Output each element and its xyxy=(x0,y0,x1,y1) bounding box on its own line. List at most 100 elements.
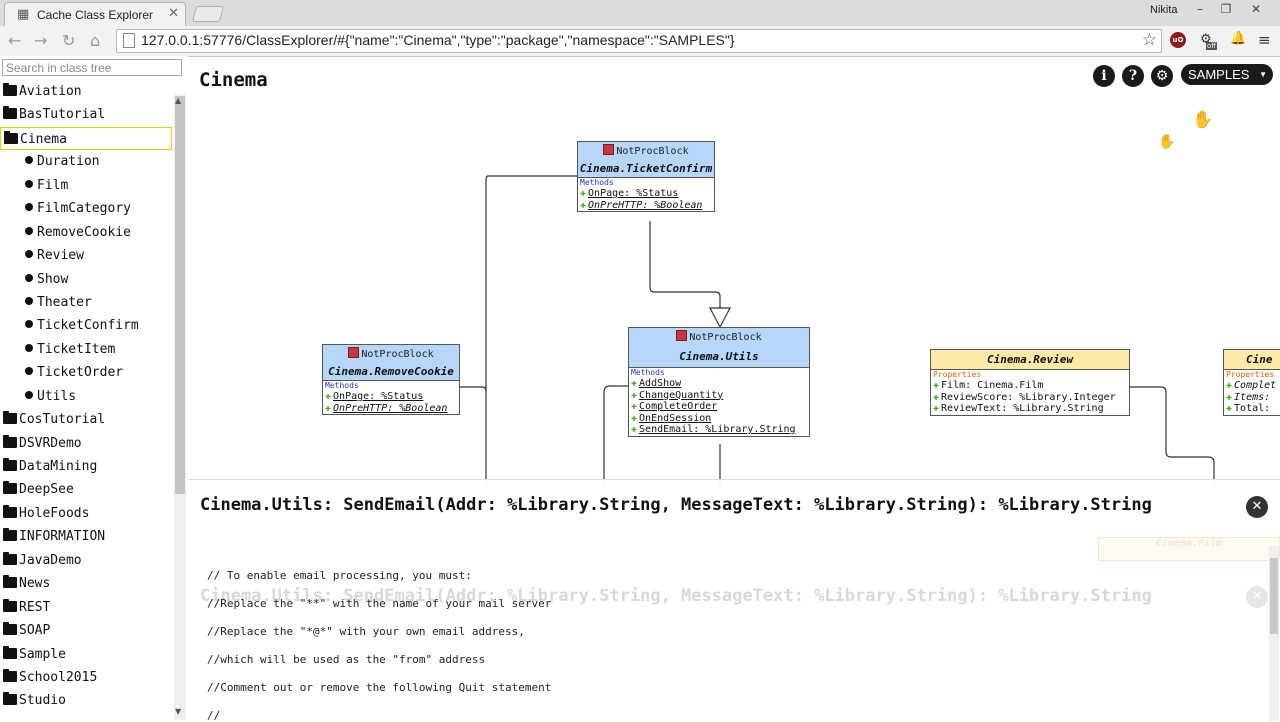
tree-item-label: FilmCategory xyxy=(37,201,131,217)
reload-icon[interactable]: ↻ xyxy=(62,31,75,50)
tree-package-item[interactable]: CosTutorial xyxy=(0,408,174,431)
scroll-down-icon[interactable]: ▼ xyxy=(175,707,181,716)
tree-package-item[interactable]: Studio xyxy=(0,689,174,712)
method-row[interactable]: ✚ OnPage: %Status xyxy=(578,188,714,200)
new-tab-button[interactable] xyxy=(191,6,225,22)
star-icon[interactable]: ☆ xyxy=(1142,30,1157,50)
back-icon[interactable]: ← xyxy=(8,31,21,50)
tree-package-item[interactable]: DSVRDemo xyxy=(0,432,174,455)
plus-icon: ✚ xyxy=(580,199,587,211)
home-icon[interactable]: ⌂ xyxy=(90,31,100,50)
method-row[interactable]: ✚ OnEndSession xyxy=(629,413,809,425)
class-name[interactable]: Cinema.RemoveCookie xyxy=(323,360,459,380)
tree-class-item[interactable]: TicketItem xyxy=(0,338,174,361)
tree-item-label: Show xyxy=(37,271,69,287)
code-line: //Replace the "**" with the name of your… xyxy=(207,597,552,610)
tree-class-item[interactable]: FilmCategory xyxy=(0,197,174,220)
restore-icon[interactable]: ❐ xyxy=(1212,0,1240,20)
tab-close-icon[interactable]: ✕ xyxy=(168,6,179,21)
tree-package-item[interactable]: Cinema xyxy=(0,126,172,151)
class-tree: Aviation BasTutorial Cinema Duration Film Fil… xyxy=(0,80,174,713)
tree-class-item[interactable]: RemoveCookie xyxy=(0,221,174,244)
tree-item-label: Duration xyxy=(37,154,100,170)
tree-class-item[interactable]: Duration xyxy=(0,150,174,173)
tree-class-item[interactable]: TicketConfirm xyxy=(0,314,174,337)
address-bar[interactable]: 127.0.0.1:57776/ClassExplorer/#{"name":"… xyxy=(116,29,1162,53)
tree-package-item[interactable]: SOAP xyxy=(0,619,174,642)
code-scrollbar-thumb[interactable] xyxy=(1270,558,1278,634)
property-row[interactable]: ✚ Complet xyxy=(1224,380,1280,392)
ublock-extension-icon[interactable]: uO xyxy=(1170,32,1186,48)
minimize-icon[interactable]: – xyxy=(1186,0,1214,20)
window-close-icon[interactable]: ✕ xyxy=(1242,0,1270,20)
bell-icon[interactable]: 🔔 xyxy=(1230,31,1246,46)
tree-class-item[interactable]: Theater xyxy=(0,291,174,314)
plus-icon: ✚ xyxy=(325,391,332,402)
method-row[interactable]: ✚ AddShow xyxy=(629,378,809,390)
close-panel-button[interactable]: ✕ xyxy=(1246,496,1268,518)
property-row[interactable]: ✚ Total: xyxy=(1224,403,1280,415)
extension-off-badge: off xyxy=(1206,42,1218,50)
tree-package-item[interactable]: DataMining xyxy=(0,455,174,478)
tree-item-label: News xyxy=(19,576,51,592)
class-name[interactable]: Cinema.TicketConfirm xyxy=(578,157,714,177)
tree-package-item[interactable]: BasTutorial xyxy=(0,103,174,126)
class-tree-search-input[interactable] xyxy=(2,59,182,76)
tree-class-item[interactable]: Review xyxy=(0,244,174,267)
browser-tab[interactable]: ▦ Cache Class Explorer ✕ xyxy=(4,2,186,27)
tree-package-item[interactable]: INFORMATION xyxy=(0,525,174,548)
tree-package-item[interactable]: DeepSee xyxy=(0,478,174,501)
property-row[interactable]: ✚ ReviewText: %Library.String xyxy=(931,403,1129,415)
method-row[interactable]: ✚ OnPreHTTP: %Boolean xyxy=(578,200,714,212)
code-line: // xyxy=(207,709,221,722)
tree-item-label: CosTutorial xyxy=(19,412,106,428)
tree-class-item[interactable]: Film xyxy=(0,174,174,197)
property-row[interactable]: ✚ Film: Cinema.Film xyxy=(931,380,1129,392)
property-row[interactable]: ✚ ReviewScore: %Library.Integer xyxy=(931,392,1129,404)
tree-package-item[interactable]: Aviation xyxy=(0,80,174,103)
stereotype-icon xyxy=(348,347,360,358)
class-box-utils[interactable]: NotProcBlock Cinema.Utils Methods ✚ AddSh… xyxy=(628,327,810,437)
sidebar-scrollbar-thumb[interactable] xyxy=(175,96,185,494)
favicon-icon: ▦ xyxy=(17,7,30,22)
tree-package-item[interactable]: Sample xyxy=(0,643,174,666)
method-row[interactable]: ✚ CompleteOrder xyxy=(629,401,809,413)
tree-class-item[interactable]: TicketOrder xyxy=(0,361,174,384)
tree-class-item[interactable]: Utils xyxy=(0,385,174,408)
url-text[interactable]: 127.0.0.1:57776/ClassExplorer/#{"name":"… xyxy=(141,32,735,48)
tree-package-item[interactable]: JavaDemo xyxy=(0,549,174,572)
stereotype-label: NotProcBlock xyxy=(361,349,434,360)
tree-package-item[interactable]: News xyxy=(0,572,174,595)
plus-icon: ✚ xyxy=(933,391,940,403)
folder-icon xyxy=(3,622,17,636)
bullet-icon xyxy=(25,273,33,282)
tree-class-item[interactable]: Show xyxy=(0,268,174,291)
tree-package-item[interactable]: HoleFoods xyxy=(0,502,174,525)
method-row[interactable]: ✚ OnPreHTTP: %Boolean xyxy=(323,403,459,415)
class-box-removecookie[interactable]: NotProcBlock Cinema.RemoveCookie Methods… xyxy=(322,344,460,415)
class-box-header: NotProcBlock Cinema.TicketConfirm xyxy=(578,142,714,178)
method-row[interactable]: ✚ OnPage: %Status xyxy=(323,391,459,403)
folder-icon xyxy=(3,411,17,425)
forward-icon[interactable]: → xyxy=(34,31,47,50)
class-name[interactable]: Cinema.Utils xyxy=(629,343,809,367)
methods-section-label: Methods xyxy=(325,381,359,390)
scroll-up-icon[interactable]: ▲ xyxy=(175,96,181,105)
profile-name[interactable]: Nikita xyxy=(1150,4,1178,16)
bullet-icon xyxy=(25,203,33,212)
tree-item-label: REST xyxy=(19,599,51,615)
tree-package-item[interactable]: School2015 xyxy=(0,666,174,689)
class-box-partial[interactable]: Cine Properties ✚ Complet ✚ Items: ✚ Total: xyxy=(1223,349,1280,416)
class-box-ticketconfirm[interactable]: NotProcBlock Cinema.TicketConfirm Method… xyxy=(577,141,715,212)
method-row[interactable]: ✚ ChangeQuantity xyxy=(629,390,809,402)
class-name[interactable]: Cinema.Review xyxy=(931,350,1129,369)
method-row[interactable]: ✚ SendEmail: %Library.String xyxy=(629,424,809,436)
tab-title: Cache Class Explorer xyxy=(37,8,154,22)
class-box-review[interactable]: Cinema.Review Properties ✚ Film: Cinema.F… xyxy=(930,349,1130,416)
property-row[interactable]: ✚ Items: xyxy=(1224,392,1280,404)
menu-icon[interactable]: ≡ xyxy=(1258,31,1271,49)
tree-item-label: SOAP xyxy=(19,623,51,639)
class-name[interactable]: Cine xyxy=(1246,350,1280,369)
properties-section-label: Properties xyxy=(1226,370,1275,379)
tree-package-item[interactable]: REST xyxy=(0,596,174,619)
